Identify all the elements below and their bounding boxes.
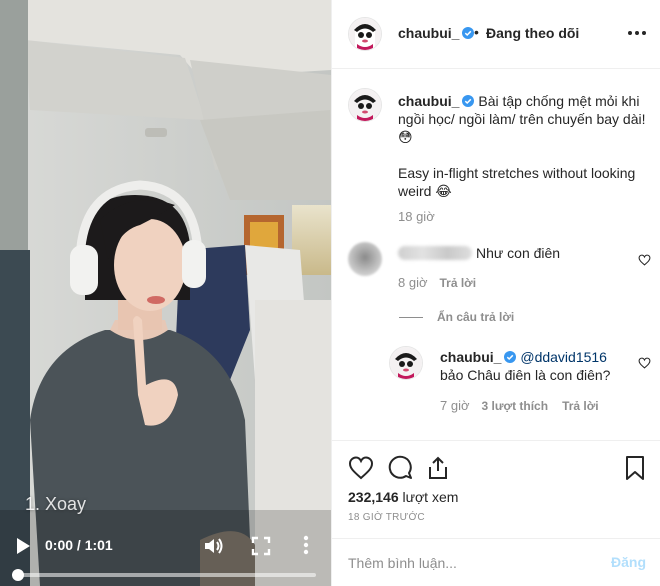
reply-avatar[interactable] [389, 346, 423, 380]
comment-1-text: Như con điên [476, 245, 561, 261]
caption-line-2: ngồi học/ ngồi làm/ trên chuyến bay dài! [398, 111, 646, 127]
caption-line-3: 😳 [398, 129, 413, 145]
video-progress-bar[interactable] [12, 569, 316, 581]
comment-1-reply-button[interactable]: Trả lời [440, 276, 477, 290]
comment-1-meta: 8 giờ Trả lời [398, 275, 476, 290]
caption-line-5: weird 😂 [398, 183, 452, 199]
video-progress-knob[interactable] [12, 569, 24, 581]
fullscreen-icon[interactable] [251, 536, 271, 556]
following-button[interactable]: Đang theo dõi [486, 25, 579, 41]
comment-1: Như con điên [398, 244, 560, 262]
video-time: 0:00 / 1:01 [45, 537, 113, 553]
post-timestamp[interactable]: 18 GIỜ TRƯỚC [348, 512, 425, 523]
post-side-panel: chaubui_ • Đang theo dõi chaubui_ Bài tậ… [331, 0, 660, 586]
video-overlay-caption: 1. Xoay [25, 494, 87, 514]
post-comment-button[interactable]: Đăng [611, 554, 646, 570]
video-controls: 0:00 / 1:01 [0, 528, 331, 586]
view-count-number: 232,146 [348, 489, 399, 505]
verified-badge-icon [462, 95, 475, 107]
caption-avatar[interactable] [348, 88, 382, 122]
reply-text: bảo Châu điên là con điên? [440, 367, 611, 383]
comment-icon[interactable] [387, 455, 413, 481]
bookmark-icon[interactable] [622, 455, 648, 481]
caption-line-4: Easy in-flight stretches without looking [398, 165, 636, 181]
commenter-avatar[interactable] [348, 242, 382, 276]
header-username-wrap: chaubui_ [398, 25, 475, 41]
header-separator: • [474, 24, 479, 40]
header-username[interactable]: chaubui_ [398, 25, 459, 41]
post-header: chaubui_ • Đang theo dõi [332, 0, 660, 69]
play-icon[interactable] [14, 536, 32, 556]
share-icon[interactable] [425, 455, 451, 481]
volume-icon[interactable] [203, 536, 225, 556]
view-count[interactable]: 232,146 lượt xem [348, 489, 458, 505]
verified-badge-icon [462, 27, 475, 39]
comment-1-like-icon[interactable] [638, 254, 651, 266]
comment-input[interactable] [348, 552, 588, 574]
add-comment-bar: Đăng [332, 538, 660, 586]
hide-replies-button[interactable]: Ẩn câu trả lời [437, 310, 514, 324]
more-vertical-icon[interactable] [299, 534, 313, 556]
caption-username[interactable]: chaubui_ [398, 93, 459, 109]
comments-list[interactable]: chaubui_ Bài tập chống mệt mỏi khi ngồi … [332, 70, 660, 440]
caption-time: 18 giờ [398, 209, 435, 224]
reply-1-meta: 7 giờ 3 lượt thích Trả lời [440, 398, 599, 413]
avatar[interactable] [348, 17, 382, 51]
reply-1: chaubui_ @ddavid1516 bảo Châu điên là co… [440, 348, 640, 384]
caption-line-1: Bài tập chống mệt mỏi khi [478, 93, 640, 109]
caption-block: chaubui_ Bài tập chống mệt mỏi khi ngồi … [398, 92, 653, 200]
post-actions: 232,146 lượt xem 18 GIỜ TRƯỚC [332, 440, 660, 538]
reply-username[interactable]: chaubui_ [440, 349, 501, 365]
reply-1-reply-button[interactable]: Trả lời [562, 399, 599, 413]
view-count-label: lượt xem [402, 489, 459, 505]
comment-1-time: 8 giờ [398, 275, 428, 290]
video-player[interactable]: 1. Xoay 0:00 / 1:01 [0, 0, 331, 586]
more-horizontal-icon[interactable] [627, 24, 647, 42]
hide-replies-line [399, 317, 423, 318]
reply-1-likes[interactable]: 3 lượt thích [482, 399, 549, 413]
blurred-username [398, 246, 472, 260]
heart-icon[interactable] [348, 455, 374, 481]
reply-1-time: 7 giờ [440, 398, 470, 413]
reply-1-like-icon[interactable] [638, 357, 651, 369]
verified-badge-icon [504, 351, 517, 363]
reply-mention-link[interactable]: @ddavid1516 [520, 349, 607, 365]
